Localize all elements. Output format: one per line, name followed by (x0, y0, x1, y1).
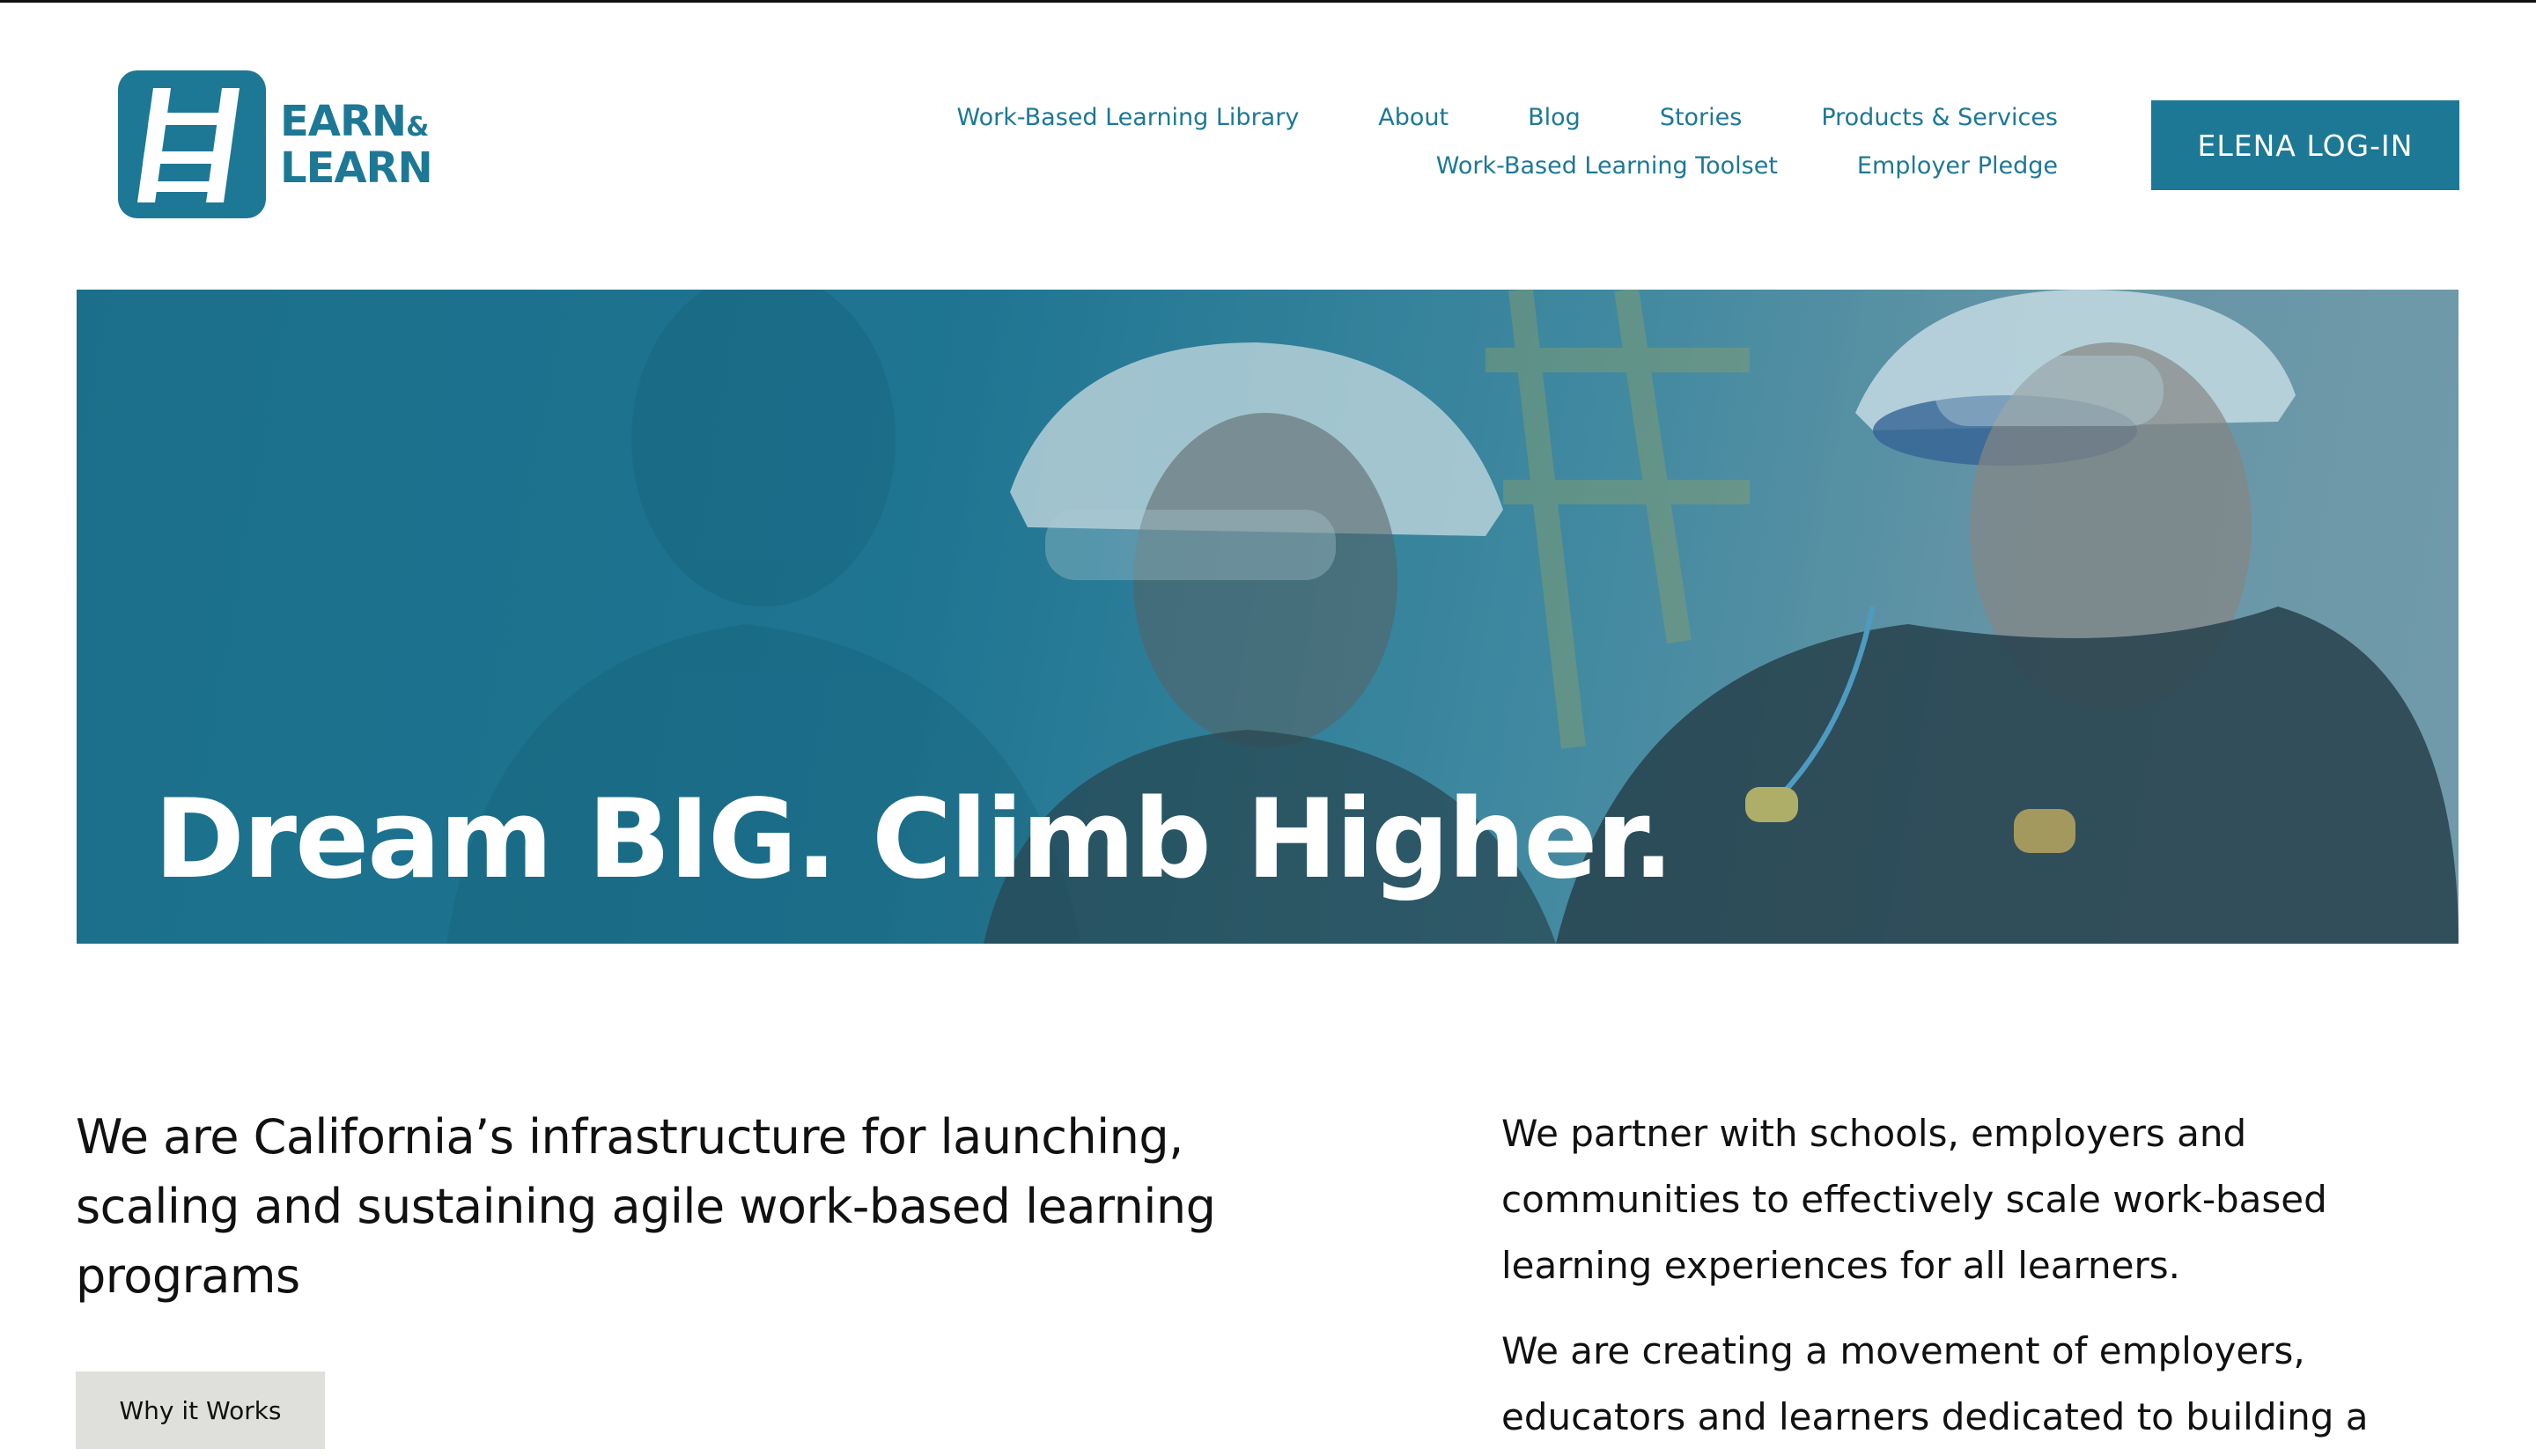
nav-link-employer-pledge[interactable]: Employer Pledge (1857, 152, 2058, 180)
ladder-logo-icon (118, 70, 266, 218)
logo-ampersand: & (406, 111, 429, 143)
top-border (0, 0, 2536, 3)
logo-word-earn: EARN& (280, 96, 429, 146)
intro-paragraph-2: We are creating a movement of employers,… (1501, 1329, 2369, 1438)
hero-headline: Dream BIG. Climb Higher. (154, 776, 1674, 904)
nav-link-wbl-toolset[interactable]: Work-Based Learning Toolset (1436, 152, 1778, 180)
nav-link-wbl-library[interactable]: Work-Based Learning Library (956, 104, 1299, 131)
nav-link-blog[interactable]: Blog (1528, 104, 1581, 131)
intro-lead-text: We are California’s infrastructure for l… (76, 1109, 1216, 1304)
nav-link-about[interactable]: About (1378, 104, 1449, 131)
nav-link-stories[interactable]: Stories (1660, 104, 1743, 131)
primary-nav-row: Work-Based Learning Library About Blog S… (956, 104, 2058, 131)
secondary-nav-row: Work-Based Learning Toolset Employer Ple… (1436, 152, 2058, 180)
elena-login-button[interactable]: ELENA LOG-IN (2151, 100, 2459, 190)
nav-link-products-services[interactable]: Products & Services (1821, 104, 2058, 131)
logo-wordmark: EARN& LEARN (280, 96, 433, 193)
brand-logo[interactable]: EARN& LEARN (118, 70, 433, 218)
intro-paragraph-1: We partner with schools, employers and c… (1501, 1112, 2327, 1287)
logo-word-learn: LEARN (280, 143, 433, 193)
why-it-works-button[interactable]: Why it Works (76, 1371, 325, 1449)
hero-banner: Dream BIG. Climb Higher. (77, 290, 2459, 944)
